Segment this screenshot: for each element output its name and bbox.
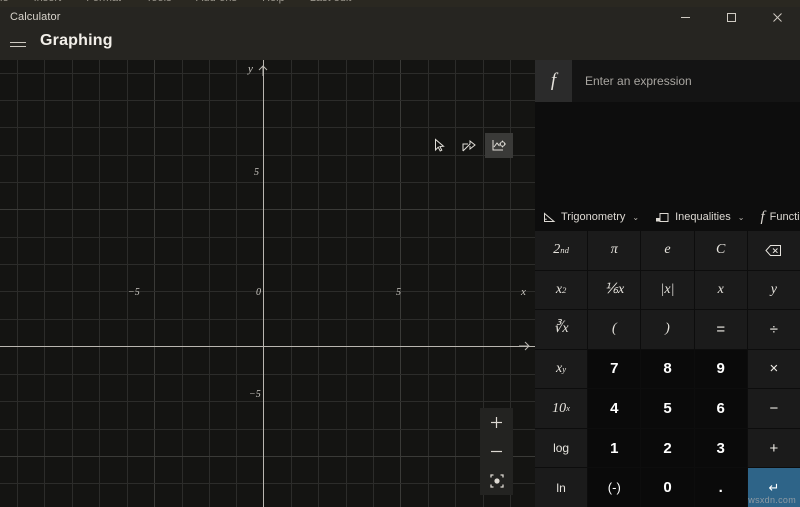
menu-item[interactable]: Add-ons xyxy=(196,0,237,4)
chevron-down-icon: ⌄ xyxy=(632,213,639,222)
key-3[interactable]: 3 xyxy=(695,429,747,468)
key-e[interactable]: e xyxy=(641,231,693,270)
key-paren-close[interactable]: ) xyxy=(641,310,693,349)
key-backspace[interactable] xyxy=(748,231,800,270)
expression-bar: f Enter an expression xyxy=(535,60,800,102)
key-clear[interactable]: C xyxy=(695,231,747,270)
key-variable-y[interactable]: y xyxy=(748,271,800,310)
key-4[interactable]: 4 xyxy=(588,389,640,428)
key-6[interactable]: 6 xyxy=(695,389,747,428)
key-7[interactable]: 7 xyxy=(588,350,640,389)
graph-settings-tool-icon[interactable] xyxy=(485,133,513,158)
menu-item[interactable]: le xyxy=(0,0,9,4)
chevron-down-icon: ⌄ xyxy=(738,213,745,222)
maximize-button[interactable] xyxy=(708,7,754,28)
x-axis-label: x xyxy=(521,286,526,298)
function-icon: f xyxy=(760,209,764,226)
reset-view-button[interactable] xyxy=(480,466,513,495)
minimize-button[interactable] xyxy=(662,7,708,28)
key-9[interactable]: 9 xyxy=(695,350,747,389)
key-paren-open[interactable]: ( xyxy=(588,310,640,349)
key-5[interactable]: 5 xyxy=(641,389,693,428)
close-button[interactable] xyxy=(754,7,800,28)
function-category-bar: Trigonometry ⌄ Inequalities ⌄ f Function xyxy=(535,203,800,231)
key-8[interactable]: 8 xyxy=(641,350,693,389)
category-inequalities[interactable]: Inequalities ⌄ xyxy=(647,203,752,231)
graph-toolbar xyxy=(425,133,513,158)
category-function[interactable]: f Function xyxy=(752,203,800,231)
key-ln[interactable]: ln xyxy=(535,468,587,507)
key-second[interactable]: 2nd xyxy=(535,231,587,270)
category-label: Function xyxy=(770,211,800,223)
category-label: Trigonometry xyxy=(561,211,625,223)
y-tick-label: 5 xyxy=(254,167,259,178)
key-decimal[interactable]: . xyxy=(695,468,747,507)
key-reciprocal[interactable]: ⅙x xyxy=(588,271,640,310)
x-tick-label: 0 xyxy=(256,287,261,298)
share-tool-icon[interactable] xyxy=(455,133,483,158)
key-variable-x[interactable]: x xyxy=(695,271,747,310)
key-negate[interactable]: (-) xyxy=(588,468,640,507)
y-axis-label: y xyxy=(248,63,253,75)
window-title-bar: Calculator xyxy=(0,7,800,28)
key-abs[interactable]: |x| xyxy=(641,271,693,310)
key-equals[interactable]: = xyxy=(695,310,747,349)
menu-item[interactable]: Tools xyxy=(146,0,172,4)
category-label: Inequalities xyxy=(675,211,731,223)
hamburger-bar xyxy=(10,42,26,43)
menu-item[interactable]: Insert xyxy=(34,0,62,4)
hamburger-bar xyxy=(10,46,26,47)
page-title: Graphing xyxy=(40,32,113,50)
app-header: Graphing xyxy=(0,28,800,60)
zoom-out-button[interactable] xyxy=(480,437,513,466)
category-trigonometry[interactable]: Trigonometry ⌄ xyxy=(535,203,647,231)
y-tick-label: −5 xyxy=(249,389,261,400)
trigonometry-icon xyxy=(543,212,556,223)
pointer-tool-icon[interactable] xyxy=(425,133,453,158)
key-pi[interactable]: π xyxy=(588,231,640,270)
expression-panel: f Enter an expression Trigonometry ⌄ Ine… xyxy=(535,60,800,507)
key-enter[interactable]: ↵ xyxy=(748,468,800,507)
key-divide[interactable]: ÷ xyxy=(748,310,800,349)
clipped-menu-items: le Insert Format Tools Add-ons Help Last… xyxy=(0,0,373,4)
function-icon[interactable]: f xyxy=(535,60,572,102)
menu-item[interactable]: Format xyxy=(86,0,121,4)
expression-input[interactable]: Enter an expression xyxy=(572,60,800,102)
menu-item: Last edit xyxy=(310,0,352,4)
x-axis xyxy=(0,346,535,347)
key-log[interactable]: log xyxy=(535,429,587,468)
graph-canvas[interactable]: y x −5 0 5 5 −5 xyxy=(0,60,535,507)
key-subtract[interactable]: − xyxy=(748,389,800,428)
key-power[interactable]: xy xyxy=(535,350,587,389)
graph-gridlines xyxy=(0,60,535,507)
hamburger-menu-icon[interactable] xyxy=(10,35,28,53)
x-axis-arrow xyxy=(518,339,532,358)
clipped-menu-strip: le Insert Format Tools Add-ons Help Last… xyxy=(0,0,800,7)
key-2[interactable]: 2 xyxy=(641,429,693,468)
key-cube-root[interactable]: ∛x xyxy=(535,310,587,349)
x-tick-label: −5 xyxy=(128,287,140,298)
inequalities-icon xyxy=(655,212,670,223)
menu-item[interactable]: Help xyxy=(262,0,285,4)
keypad: 2nd π e C x2 ⅙x |x| x y ∛x ( ) = ÷ xy 7 … xyxy=(535,231,800,507)
graph-zoom-controls xyxy=(480,408,513,495)
key-square[interactable]: x2 xyxy=(535,271,587,310)
y-axis-arrow xyxy=(256,63,270,82)
key-add[interactable]: + xyxy=(748,429,800,468)
key-multiply[interactable]: × xyxy=(748,350,800,389)
key-1[interactable]: 1 xyxy=(588,429,640,468)
zoom-in-button[interactable] xyxy=(480,408,513,437)
app-title: Calculator xyxy=(10,11,61,23)
expression-placeholder: Enter an expression xyxy=(585,74,692,88)
x-tick-label: 5 xyxy=(396,287,401,298)
key-ten-power[interactable]: 10x xyxy=(535,389,587,428)
calculator-window: le Insert Format Tools Add-ons Help Last… xyxy=(0,0,800,507)
y-axis xyxy=(263,60,264,507)
window-controls xyxy=(662,7,800,28)
key-0[interactable]: 0 xyxy=(641,468,693,507)
